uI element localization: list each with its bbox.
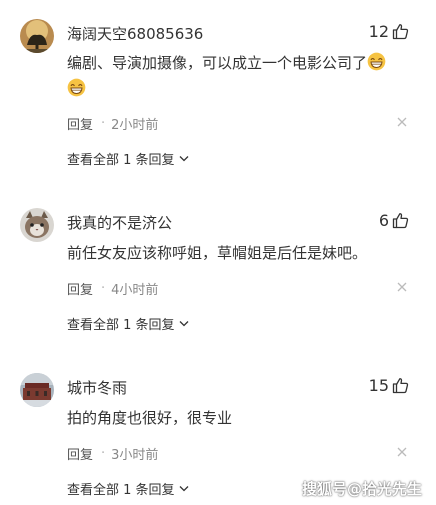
chevron-down-icon: [179, 321, 189, 327]
username[interactable]: 我真的不是济公: [67, 212, 172, 233]
close-icon[interactable]: [397, 117, 407, 127]
view-replies-label: 查看全部 1 条回复: [67, 483, 175, 498]
like-button[interactable]: 12: [369, 22, 409, 41]
thumbs-up-icon: [392, 378, 409, 394]
comment-meta: 回复 · 3小时前: [67, 444, 158, 463]
watermark: 搜狐号@拾光先生: [301, 480, 422, 498]
view-replies-label: 查看全部 1 条回复: [67, 153, 175, 168]
separator-dot: ·: [101, 116, 106, 131]
view-all-replies-link[interactable]: 查看全部 1 条回复: [67, 479, 189, 498]
like-button[interactable]: 15: [369, 376, 409, 395]
timestamp: 2小时前: [111, 118, 159, 133]
avatar[interactable]: [20, 208, 54, 242]
like-count: 15: [368, 376, 389, 395]
avatar-image: [20, 19, 54, 53]
timestamp: 4小时前: [111, 283, 159, 298]
reply-button[interactable]: 回复: [67, 114, 93, 133]
reply-button[interactable]: 回复: [67, 444, 93, 463]
thumbs-up-icon: [392, 213, 409, 229]
username[interactable]: 城市冬雨: [67, 377, 127, 398]
close-icon[interactable]: [397, 447, 407, 457]
comment-meta: 回复 · 4小时前: [67, 279, 158, 298]
avatar-image: [20, 373, 54, 407]
avatar-image: [20, 208, 54, 242]
view-replies-label: 查看全部 1 条回复: [67, 318, 175, 333]
avatar[interactable]: [20, 19, 54, 53]
like-button[interactable]: 6: [379, 211, 409, 230]
username[interactable]: 海阔天空68085636: [67, 23, 203, 44]
reply-button[interactable]: 回复: [67, 279, 93, 298]
like-count: 6: [378, 211, 389, 230]
grinning-face-emoji: [367, 52, 386, 71]
avatar[interactable]: [20, 373, 54, 407]
close-icon[interactable]: [397, 282, 407, 292]
view-all-replies-link[interactable]: 查看全部 1 条回复: [67, 149, 189, 168]
thumbs-up-icon: [392, 24, 409, 40]
timestamp: 3小时前: [111, 448, 159, 463]
separator-dot: ·: [101, 281, 106, 296]
view-all-replies-link[interactable]: 查看全部 1 条回复: [67, 314, 189, 333]
comment-text: 拍的角度也很好，很专业: [67, 409, 233, 427]
separator-dot: ·: [101, 446, 106, 461]
chevron-down-icon: [179, 486, 189, 492]
comment-text: 前任女友应该称呼姐，草帽姐是后任是妹吧。: [67, 244, 368, 262]
like-count: 12: [368, 22, 389, 41]
comment-meta: 回复 · 2小时前: [67, 114, 158, 133]
chevron-down-icon: [179, 156, 189, 162]
grinning-face-emoji: [67, 78, 86, 97]
comment-text: 编剧、导演加摄像，可以成立一个电影公司了: [67, 50, 412, 102]
